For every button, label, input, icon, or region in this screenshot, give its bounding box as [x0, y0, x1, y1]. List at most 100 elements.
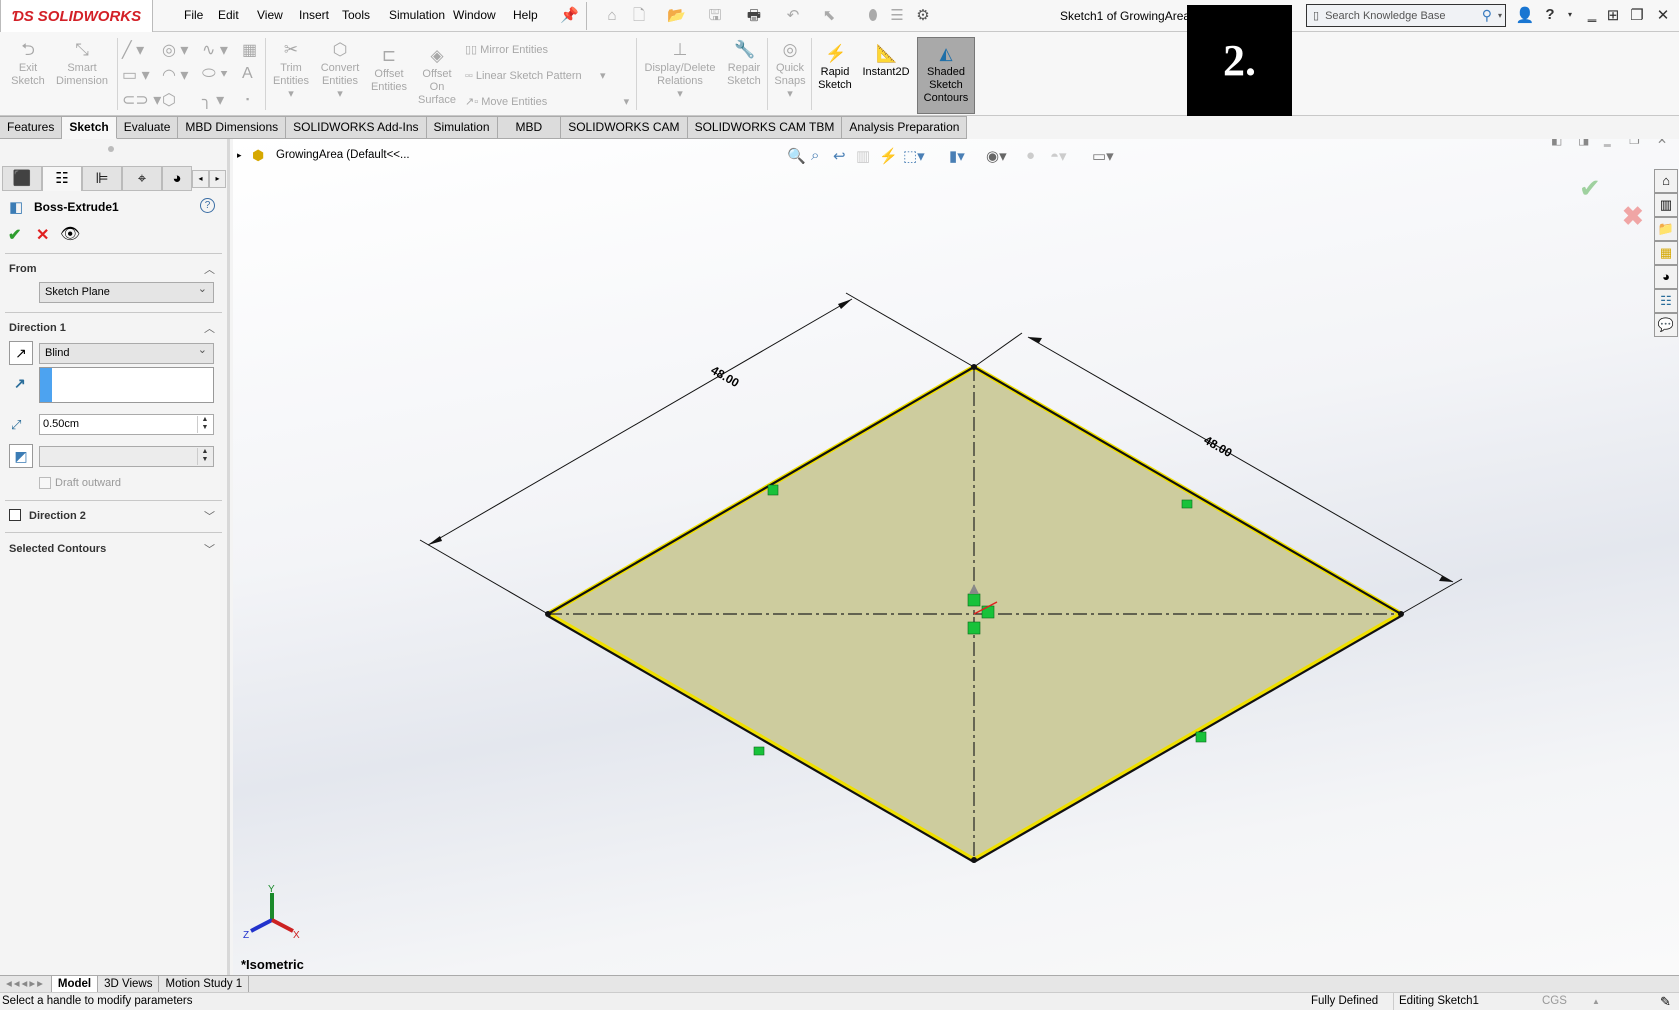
- draft-outward-checkbox[interactable]: [39, 477, 51, 489]
- menu-edit[interactable]: Edit: [218, 8, 239, 22]
- selected-contours-section-header[interactable]: Selected Contours: [9, 543, 106, 555]
- tab-sketch[interactable]: Sketch: [62, 116, 117, 139]
- dimension-label[interactable]: 48.00: [1201, 433, 1234, 460]
- tab-motion-study-1[interactable]: Motion Study 1: [159, 976, 250, 992]
- fillet-icon[interactable]: ╮ ▾: [202, 90, 224, 110]
- instant2d-button[interactable]: 📐 Instant2D: [858, 44, 914, 79]
- feature-manager-tab-icon[interactable]: ⬛: [2, 166, 42, 191]
- direction1-section-header[interactable]: Direction 1: [9, 322, 66, 334]
- direction-selection-box[interactable]: [39, 367, 214, 403]
- from-dropdown[interactable]: Sketch Plane: [39, 280, 214, 303]
- point-icon[interactable]: ▪: [246, 94, 249, 104]
- shaded-sketch-contours-button[interactable]: ◭ Shaded Sketch Contours: [917, 37, 975, 114]
- reverse-direction-icon[interactable]: ↗: [9, 341, 33, 365]
- menu-simulation[interactable]: Simulation: [389, 8, 445, 22]
- convert-entities-button[interactable]: ⬡ Convert Entities ▾: [316, 40, 364, 101]
- line-icon[interactable]: ╱ ▾: [122, 40, 144, 60]
- horizontal-relation-icon[interactable]: [1181, 499, 1193, 509]
- dimension-label[interactable]: 48.00: [708, 363, 741, 390]
- spline-icon[interactable]: ∿ ▾: [202, 40, 228, 60]
- tab-solidworks-add-ins[interactable]: SOLIDWORKS Add-Ins: [286, 116, 427, 139]
- text-icon[interactable]: A: [242, 65, 253, 83]
- chevron-down-icon[interactable]: ▾: [1498, 11, 1505, 20]
- tab-solidworks-cam-tbm[interactable]: SOLIDWORKS CAM TBM: [687, 116, 843, 139]
- pin-icon[interactable]: 📌: [560, 7, 579, 25]
- select-icon[interactable]: ⬉: [820, 7, 838, 25]
- collapse-chevron-up-icon[interactable]: ︿: [204, 261, 215, 277]
- move-entities-button[interactable]: ↗▫ Move Entities ▾: [465, 95, 629, 108]
- quick-snaps-button[interactable]: ◎ Quick Snaps ▾: [771, 40, 809, 101]
- options-gear-icon[interactable]: ⚙: [914, 7, 932, 25]
- help-dropdown-icon[interactable]: ▾: [1560, 10, 1580, 19]
- tile-icon[interactable]: ⊞: [1603, 6, 1623, 24]
- direction2-checkbox[interactable]: [9, 509, 21, 521]
- circle-icon[interactable]: ◎ ▾: [162, 40, 188, 60]
- minimize-icon[interactable]: ‗: [1582, 6, 1602, 23]
- tab-scroll-right-icon[interactable]: ▸: [209, 170, 226, 188]
- file-properties-icon[interactable]: ☰: [888, 7, 906, 25]
- tab-evaluate[interactable]: Evaluate: [116, 116, 179, 139]
- depth-input[interactable]: 0.50cm ▲ ▼: [39, 414, 214, 435]
- new-document-icon[interactable]: 🗋: [630, 7, 648, 25]
- sketch-point[interactable]: [545, 611, 551, 617]
- offset-on-surface-button[interactable]: ◈ Offset On Surface: [414, 46, 460, 107]
- rebuild-icon[interactable]: ⬮: [864, 7, 882, 25]
- menu-insert[interactable]: Insert: [299, 8, 329, 22]
- tab-features[interactable]: Features: [0, 116, 63, 139]
- menu-window[interactable]: Window: [453, 8, 496, 22]
- polygon-icon[interactable]: ⬡: [162, 90, 176, 110]
- from-section-header[interactable]: From: [9, 263, 37, 275]
- menu-help[interactable]: Help: [513, 8, 538, 22]
- plane-icon[interactable]: ▦: [242, 40, 257, 60]
- user-icon[interactable]: 👤: [1515, 6, 1535, 24]
- home-icon[interactable]: ⌂: [603, 7, 621, 25]
- solidworks-logo[interactable]: ƊS SOLIDWORKS: [0, 0, 153, 33]
- linear-sketch-pattern-button[interactable]: ▫▫ Linear Sketch Pattern ▾: [465, 69, 606, 82]
- search-icon[interactable]: ⚲: [1482, 7, 1492, 24]
- draft-angle-input[interactable]: ▲ ▼: [39, 446, 214, 467]
- open-icon[interactable]: 📂: [667, 7, 686, 25]
- display-delete-relations-button[interactable]: ⊥ Display/Delete Relations ▾: [640, 40, 720, 101]
- tab-model[interactable]: Model: [51, 976, 99, 992]
- slot-icon[interactable]: ⊂⊃ ▾: [122, 90, 161, 110]
- ok-checkmark-icon[interactable]: ✔: [8, 225, 21, 245]
- midpoint-relation-icon[interactable]: [967, 593, 981, 607]
- save-icon[interactable]: 🖫: [706, 7, 724, 25]
- offset-entities-button[interactable]: ⊏ Offset Entities: [368, 46, 410, 94]
- close-icon[interactable]: ✕: [1653, 6, 1673, 24]
- mirror-entities-button[interactable]: ▯▯ Mirror Entities: [465, 43, 548, 56]
- ellipse-icon[interactable]: ⬭ ▾: [202, 65, 228, 83]
- smart-dimension-button[interactable]: ⤡ Smart Dimension: [52, 40, 112, 88]
- restore-icon[interactable]: ❐: [1627, 6, 1647, 24]
- units-selector[interactable]: CGS: [1542, 993, 1567, 1010]
- direction2-section-header[interactable]: Direction 2: [29, 510, 86, 522]
- sketch-canvas[interactable]: 48.00 48.00 Y Z X: [233, 139, 1679, 975]
- tab-simulation[interactable]: Simulation: [426, 116, 498, 139]
- expand-chevron-down-icon[interactable]: ﹀: [204, 508, 215, 524]
- arc-icon[interactable]: ◠ ▾: [162, 65, 188, 85]
- help-icon[interactable]: ?: [200, 198, 215, 213]
- exit-sketch-button[interactable]: ⮌ Exit Sketch: [6, 40, 50, 88]
- rapid-sketch-button[interactable]: ⚡ Rapid Sketch: [814, 44, 856, 92]
- configuration-manager-tab-icon[interactable]: ⊫: [82, 166, 122, 191]
- menu-tools[interactable]: Tools: [342, 8, 370, 22]
- appearance-tab-icon[interactable]: ◕: [162, 166, 192, 191]
- property-manager-tab-icon[interactable]: ☷: [42, 166, 82, 191]
- midpoint-relation-icon[interactable]: [981, 605, 995, 619]
- draft-on-off-icon[interactable]: ◩: [9, 444, 33, 468]
- draft-angle-spinner[interactable]: ▲ ▼: [197, 448, 212, 465]
- end-condition-dropdown[interactable]: Blind: [39, 341, 214, 364]
- customize-status-icon[interactable]: ✎: [1660, 993, 1671, 1010]
- vertical-relation-icon[interactable]: [767, 484, 779, 496]
- tab-analysis-preparation[interactable]: Analysis Preparation: [842, 116, 968, 139]
- preview-eye-icon[interactable]: 👁: [60, 224, 80, 244]
- rectangle-icon[interactable]: ▭ ▾: [122, 65, 150, 85]
- undo-icon[interactable]: ↶: [784, 7, 802, 25]
- vertical-relation-icon[interactable]: [1195, 731, 1207, 743]
- help-icon[interactable]: ?: [1540, 6, 1560, 23]
- tab-scroll-arrows-icon[interactable]: ◂◂◂▸▸: [0, 976, 52, 992]
- horizontal-relation-icon[interactable]: [753, 746, 765, 756]
- trim-entities-button[interactable]: ✂ Trim Entities ▾: [270, 40, 312, 101]
- tab-mbd[interactable]: MBD: [497, 116, 562, 139]
- midpoint-relation-icon[interactable]: [967, 621, 981, 635]
